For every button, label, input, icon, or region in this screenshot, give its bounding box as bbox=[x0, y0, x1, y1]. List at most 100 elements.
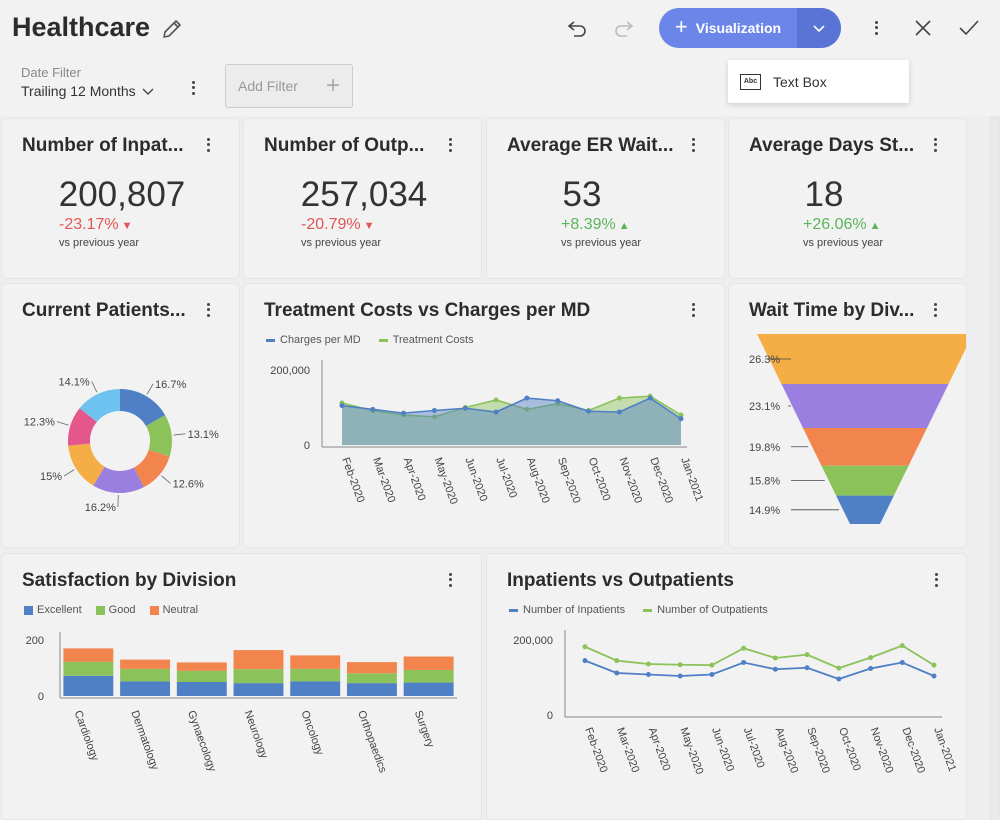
bar-segment bbox=[404, 657, 454, 670]
card-title: Average ER Wait... bbox=[507, 135, 677, 157]
funnel-segment bbox=[836, 496, 894, 524]
x-tick-label: Mar-2020 bbox=[614, 726, 641, 774]
arrow-down-icon: ▼ bbox=[361, 220, 375, 232]
menu-item-text-box[interactable]: Text Box bbox=[773, 74, 827, 90]
bar-segment bbox=[290, 681, 340, 696]
card-menu-icon[interactable] bbox=[442, 135, 458, 155]
card-menu-icon[interactable] bbox=[685, 300, 701, 320]
line-chart[interactable]: 200,0000Feb-2020Mar-2020Apr-2020May-2020… bbox=[487, 619, 966, 819]
area-chart[interactable]: 200,0000Feb-2020Mar-2020Apr-2020May-2020… bbox=[244, 349, 724, 549]
chart-legend: Charges per MD Treatment Costs bbox=[266, 334, 474, 346]
legend-item[interactable]: Good bbox=[96, 604, 136, 616]
kpi-delta: -20.79% ▼ bbox=[301, 216, 375, 234]
data-point bbox=[401, 411, 406, 416]
data-point bbox=[868, 666, 873, 671]
visualization-main[interactable]: + Visualization bbox=[659, 8, 797, 48]
legend-item[interactable]: Neutral bbox=[150, 604, 198, 616]
kpi-card-days-stay[interactable]: Average Days St... 18 +26.06% ▲ vs previ… bbox=[729, 119, 966, 278]
x-tick-label: Neurology bbox=[242, 709, 271, 761]
kpi-card-er-wait[interactable]: Average ER Wait... 53 +8.39% ▲ vs previo… bbox=[487, 119, 724, 278]
data-point bbox=[614, 671, 619, 676]
visualization-dropdown-toggle[interactable] bbox=[797, 8, 841, 48]
card-wait-time[interactable]: Wait Time by Div... 26.3%23.1%19.8%15.8%… bbox=[729, 284, 966, 547]
chart-legend: Excellent Good Neutral bbox=[24, 604, 198, 616]
card-menu-icon[interactable] bbox=[200, 300, 216, 320]
data-point bbox=[583, 644, 588, 649]
funnel-label: 14.9% bbox=[749, 505, 780, 517]
kpi-value: 18 bbox=[704, 175, 944, 215]
label-leader bbox=[147, 384, 153, 394]
card-menu-icon[interactable] bbox=[685, 135, 701, 155]
bar-segment bbox=[177, 662, 227, 670]
legend-item[interactable]: Treatment Costs bbox=[379, 334, 474, 346]
label-leader bbox=[57, 422, 68, 426]
bar-segment bbox=[63, 662, 113, 676]
card-current-patients[interactable]: Current Patients... 16.7%13.1%12.6%16.2%… bbox=[2, 284, 239, 547]
bar-segment bbox=[290, 669, 340, 682]
data-point bbox=[805, 652, 810, 657]
label-leader bbox=[64, 470, 74, 476]
bar-segment bbox=[177, 671, 227, 682]
funnel-label: 26.3% bbox=[749, 354, 780, 366]
bar-segment bbox=[404, 670, 454, 683]
bar-segment bbox=[234, 650, 284, 669]
y-tick-label: 200,000 bbox=[513, 635, 553, 647]
donut-chart[interactable]: 16.7%13.1%12.6%16.2%15%12.3%14.1% bbox=[2, 344, 239, 544]
card-inpatients-outpatients[interactable]: Inpatients vs Outpatients Number of Inpa… bbox=[487, 554, 966, 819]
slice-label: 16.7% bbox=[155, 379, 186, 391]
kpi-card-inpatients[interactable]: Number of Inpat... 200,807 -23.17% ▼ vs … bbox=[2, 119, 239, 278]
data-point bbox=[836, 666, 841, 671]
funnel-chart[interactable]: 26.3%23.1%19.8%15.8%14.9% bbox=[729, 332, 966, 542]
card-menu-icon[interactable] bbox=[927, 135, 943, 155]
redo-icon[interactable] bbox=[610, 14, 638, 42]
series-line bbox=[585, 646, 934, 669]
close-icon[interactable] bbox=[909, 14, 937, 42]
y-tick-label: 200 bbox=[26, 635, 44, 647]
more-options-icon[interactable] bbox=[862, 14, 890, 42]
slice-label: 13.1% bbox=[188, 429, 219, 441]
card-satisfaction[interactable]: Satisfaction by Division Excellent Good … bbox=[2, 554, 481, 819]
card-menu-icon[interactable] bbox=[927, 300, 943, 320]
card-treatment-costs[interactable]: Treatment Costs vs Charges per MD Charge… bbox=[244, 284, 724, 547]
legend-item[interactable]: Number of Inpatients bbox=[509, 604, 625, 616]
data-point bbox=[709, 663, 714, 668]
card-menu-icon[interactable] bbox=[200, 135, 216, 155]
pencil-icon[interactable] bbox=[160, 17, 184, 41]
scrollbar-thumb[interactable] bbox=[992, 120, 998, 820]
x-tick-label: Feb-2020 bbox=[339, 456, 366, 504]
x-tick-label: Nov-2020 bbox=[617, 456, 645, 505]
x-tick-label: Gynaecology bbox=[185, 709, 218, 774]
kpi-card-outpatients[interactable]: Number of Outp... 257,034 -20.79% ▼ vs p… bbox=[244, 119, 481, 278]
legend-item[interactable]: Excellent bbox=[24, 604, 82, 616]
x-tick-label: Aug-2020 bbox=[773, 726, 801, 775]
kpi-subtitle: vs previous year bbox=[803, 237, 883, 249]
kpi-delta: +8.39% ▲ bbox=[561, 216, 630, 234]
card-title: Inpatients vs Outpatients bbox=[507, 570, 734, 592]
x-tick-label: Surgery bbox=[412, 709, 437, 750]
filter-options-icon[interactable] bbox=[185, 78, 201, 98]
kpi-value: 200,807 bbox=[2, 175, 242, 215]
data-point bbox=[494, 398, 499, 403]
date-filter-select[interactable]: Trailing 12 Months bbox=[21, 83, 154, 99]
legend-item[interactable]: Charges per MD bbox=[266, 334, 361, 346]
stacked-bar-chart[interactable]: 2000CardiologyDermatologyGynaecologyNeur… bbox=[2, 619, 481, 819]
x-tick-label: Dec-2020 bbox=[647, 456, 675, 505]
visualization-label: Visualization bbox=[696, 20, 781, 36]
undo-icon[interactable] bbox=[563, 14, 591, 42]
scrollbar[interactable] bbox=[990, 116, 1000, 819]
chevron-down-icon bbox=[142, 87, 154, 95]
check-icon[interactable] bbox=[955, 14, 983, 42]
legend-item[interactable]: Number of Outpatients bbox=[643, 604, 768, 616]
x-tick-label: Feb-2020 bbox=[582, 726, 609, 774]
kpi-value: 257,034 bbox=[244, 175, 484, 215]
card-menu-icon[interactable] bbox=[442, 570, 458, 590]
card-menu-icon[interactable] bbox=[928, 570, 944, 590]
add-filter-button[interactable]: Add Filter + bbox=[225, 64, 353, 108]
data-point bbox=[678, 662, 683, 667]
date-filter-value: Trailing 12 Months bbox=[21, 83, 136, 99]
data-point bbox=[555, 398, 560, 403]
x-tick-label: Aug-2020 bbox=[524, 456, 552, 505]
add-visualization-button[interactable]: + Visualization bbox=[659, 8, 841, 48]
x-tick-label: Jul-2020 bbox=[741, 726, 767, 770]
x-tick-label: Jan-2021 bbox=[931, 726, 958, 773]
